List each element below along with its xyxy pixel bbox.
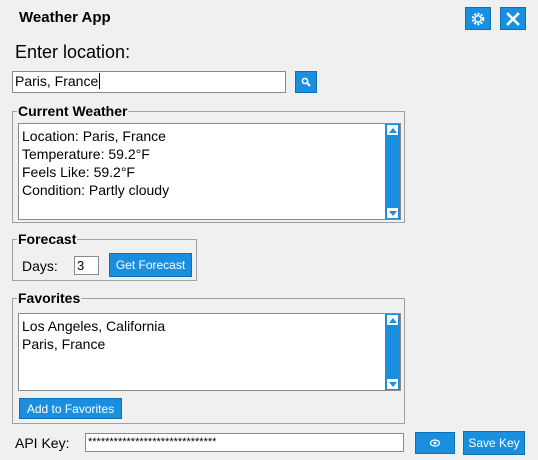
favorites-items: Los Angeles, California Paris, France xyxy=(22,317,165,353)
close-button[interactable] xyxy=(500,7,526,30)
chevron-down-icon xyxy=(388,210,397,216)
forecast-title: Forecast xyxy=(17,231,78,247)
current-weather-textbox[interactable]: Location: Paris, France Temperature: 59.… xyxy=(18,123,401,220)
weather-line: Temperature: 59.2°F xyxy=(22,146,150,162)
weather-scrollbar[interactable] xyxy=(385,124,400,219)
settings-button[interactable] xyxy=(465,7,491,30)
search-button[interactable] xyxy=(295,71,317,93)
chevron-down-icon xyxy=(388,381,397,387)
location-input-value: Paris, France xyxy=(15,73,99,89)
list-item[interactable]: Los Angeles, California xyxy=(22,317,165,335)
location-label: Enter location: xyxy=(15,42,131,62)
favorites-scrollbar[interactable] xyxy=(385,314,400,390)
list-item[interactable]: Paris, France xyxy=(22,335,165,353)
weather-line: Condition: Partly cloudy xyxy=(22,182,170,198)
scroll-up-button[interactable] xyxy=(386,314,399,326)
eye-icon xyxy=(429,439,441,447)
favorites-title: Favorites xyxy=(17,290,82,306)
scroll-up-button[interactable] xyxy=(386,124,399,136)
gear-icon xyxy=(471,12,485,25)
api-key-label: API Key: xyxy=(15,435,70,451)
current-weather-lines: Location: Paris, France Temperature: 59.… xyxy=(22,127,169,199)
location-input[interactable]: Paris, France xyxy=(12,71,286,93)
forecast-days-input[interactable]: 3 xyxy=(74,256,99,275)
favorites-list[interactable]: Los Angeles, California Paris, France xyxy=(18,313,401,391)
close-icon xyxy=(506,11,520,26)
scroll-down-button[interactable] xyxy=(386,378,399,390)
forecast-group: Forecast Days: 3 Get Forecast xyxy=(12,231,197,281)
app-title: Weather App xyxy=(19,9,111,26)
favorites-group: Favorites Los Angeles, California Paris,… xyxy=(12,290,405,424)
current-weather-group: Current Weather Location: Paris, France … xyxy=(12,103,405,223)
save-key-button[interactable]: Save Key xyxy=(463,431,525,455)
chevron-up-icon xyxy=(388,127,397,133)
forecast-days-label: Days: xyxy=(22,258,58,274)
weather-line: Location: Paris, France xyxy=(22,128,166,144)
text-caret xyxy=(99,73,101,89)
api-key-input[interactable]: ****************************** xyxy=(85,433,404,452)
chevron-up-icon xyxy=(388,317,397,323)
toggle-visibility-button[interactable] xyxy=(415,432,455,454)
scroll-down-button[interactable] xyxy=(386,207,399,219)
get-forecast-button[interactable]: Get Forecast xyxy=(109,253,192,277)
add-to-favorites-button[interactable]: Add to Favorites xyxy=(19,398,122,419)
weather-line: Feels Like: 59.2°F xyxy=(22,164,135,180)
search-icon xyxy=(301,77,311,87)
current-weather-title: Current Weather xyxy=(17,103,129,119)
